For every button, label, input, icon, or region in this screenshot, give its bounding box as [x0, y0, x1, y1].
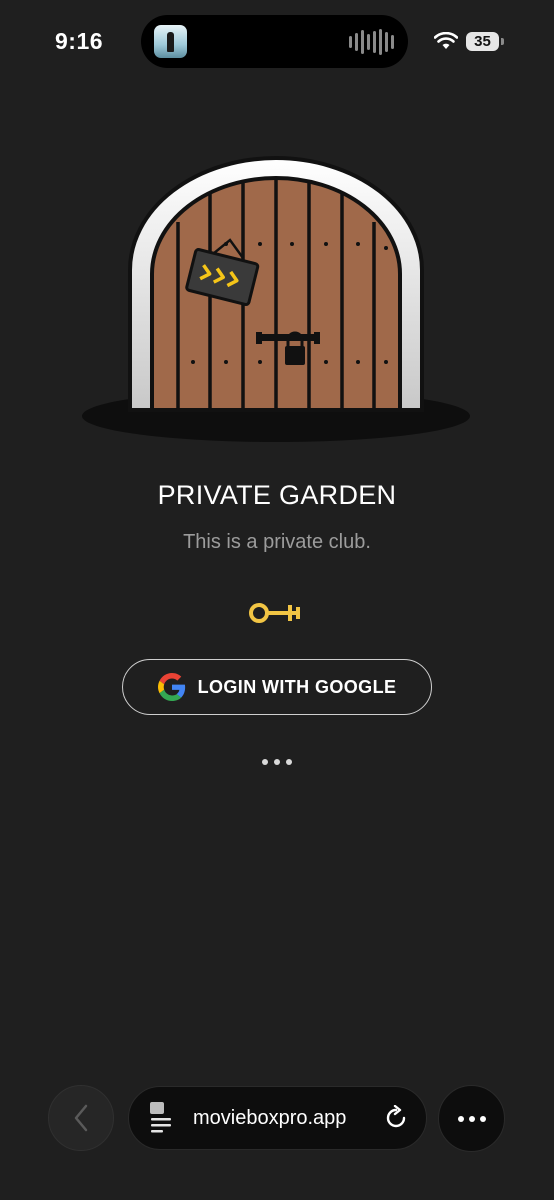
- more-button[interactable]: [438, 1085, 505, 1152]
- now-playing-thumbnail: [154, 25, 187, 58]
- login-button-label: LOGIN WITH GOOGLE: [197, 676, 397, 697]
- status-bar: 9:16 35: [0, 0, 554, 84]
- battery-nub: [501, 38, 504, 45]
- dynamic-island[interactable]: [141, 15, 408, 68]
- url-bar[interactable]: movieboxpro.app: [128, 1086, 427, 1150]
- battery-indicator: 35: [466, 32, 499, 51]
- reload-icon[interactable]: [383, 1105, 409, 1131]
- page-subtitle: This is a private club.: [183, 531, 371, 553]
- key-icon: [249, 603, 300, 623]
- google-logo-icon: [157, 673, 185, 701]
- page-icon: [150, 1102, 171, 1133]
- status-time: 9:16: [55, 28, 104, 54]
- door-illustration: [82, 156, 470, 442]
- url-text: movieboxpro.app: [193, 1107, 347, 1129]
- back-button[interactable]: [48, 1085, 114, 1151]
- more-icon: [457, 1115, 464, 1122]
- page-title: PRIVATE GARDEN: [157, 480, 397, 510]
- screen: 9:16 35 PRIVATE GARDEN This is a private…: [0, 0, 554, 1200]
- loading-dots: [262, 759, 292, 765]
- chevron-left-icon: [74, 1104, 88, 1132]
- audio-waveform-icon: [349, 29, 394, 55]
- login-with-google-button[interactable]: LOGIN WITH GOOGLE: [122, 659, 432, 715]
- wifi-icon: [434, 32, 458, 49]
